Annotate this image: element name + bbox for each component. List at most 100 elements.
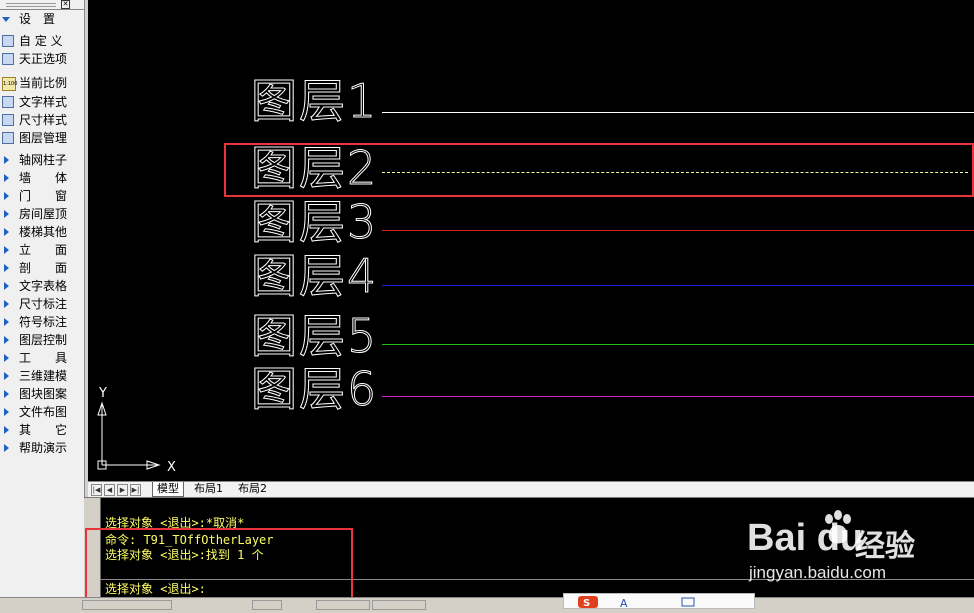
sidebar-item[interactable]: 房间屋顶 (0, 205, 84, 223)
layer-label-5[interactable]: 图层5 (250, 311, 378, 362)
sidebar-item[interactable]: 符号标注 (0, 313, 84, 331)
sidebar-item-label: 尺寸标注 (19, 297, 68, 311)
tab-first-icon[interactable]: |◀ (91, 484, 102, 496)
tab-last-icon[interactable]: ▶| (130, 484, 141, 496)
tab-next-icon[interactable]: ▶ (117, 484, 128, 496)
status-toggle[interactable] (316, 600, 370, 610)
sidebar-item[interactable]: 自 定 义 (0, 32, 84, 50)
layer-line-3[interactable] (382, 230, 974, 231)
status-bar (0, 597, 974, 610)
sidebar-item[interactable]: 门 窗 (0, 187, 84, 205)
ucs-axis-icon: Y X (97, 386, 176, 473)
sidebar-item-label: 尺寸样式 (19, 113, 68, 127)
sidebar-item[interactable]: 三维建模 (0, 367, 84, 385)
layer-label-1[interactable]: 图层1 (250, 76, 378, 127)
text-style-icon (2, 96, 14, 108)
sidebar-item-label: 图层管理 (19, 131, 68, 145)
sidebar-item-label: 文字表格 (19, 279, 68, 293)
sidebar-item[interactable]: 天正选项 (0, 50, 84, 68)
sidebar-grip[interactable] (6, 3, 56, 7)
customize-icon (2, 35, 14, 47)
sidebar-item[interactable]: 尺寸标注 (0, 295, 84, 313)
layer-line-5[interactable] (382, 344, 974, 345)
sidebar-item-label: 剖 面 (19, 261, 68, 275)
expand-triangle-icon (4, 192, 9, 200)
layer-line-1[interactable] (382, 112, 974, 113)
expand-triangle-icon (4, 354, 9, 362)
expand-triangle-icon (4, 336, 9, 344)
sidebar-item-label: 房间屋顶 (19, 207, 68, 221)
sidebar-item-label: 楼梯其他 (19, 225, 68, 239)
sidebar-item[interactable]: 1:100 当前比例 (0, 74, 84, 92)
layer-label-4[interactable]: 图层4 (250, 251, 378, 302)
drawing-canvas[interactable]: 图层1 图层2 图层3 图层4 图层5 图层6 Y X (88, 0, 974, 481)
sidebar-item-label: 文字样式 (19, 95, 68, 109)
sidebar-item-label: 符号标注 (19, 315, 68, 329)
sidebar-item-label: 图块图案 (19, 387, 68, 401)
sidebar-item-label: 自 定 义 (19, 34, 63, 48)
sidebar-item-label: 帮助演示 (19, 441, 68, 455)
tianzheng-sidebar: ✕ 设 置 自 定 义天正选项 1:100 当前比例 文字样式 尺寸样式 图层管理 轴网柱子… (0, 0, 85, 600)
highlight-box-command (85, 528, 353, 600)
sidebar-close-icon[interactable]: ✕ (61, 0, 70, 9)
expand-triangle-icon (4, 228, 9, 236)
sidebar-titlebar[interactable]: ✕ (0, 0, 84, 10)
keyboard-icon[interactable] (681, 597, 695, 607)
expand-triangle-icon (4, 444, 9, 452)
layer-label-6[interactable]: 图层6 (250, 364, 378, 415)
sidebar-item-label: 三维建模 (19, 369, 68, 383)
layer-line-4[interactable] (382, 285, 974, 286)
collapse-triangle-icon (2, 17, 10, 22)
sidebar-item[interactable]: 图块图案 (0, 385, 84, 403)
sidebar-item[interactable]: 其 它 (0, 421, 84, 439)
expand-triangle-icon (4, 372, 9, 380)
dimension-style-icon (2, 114, 14, 126)
sidebar-item[interactable]: 图层管理 (0, 129, 84, 147)
sidebar-group-settings[interactable]: 设 置 (0, 10, 84, 28)
sidebar-item[interactable]: 立 面 (0, 241, 84, 259)
sidebar-item[interactable]: 文件布图 (0, 403, 84, 421)
sidebar-item[interactable]: 文字表格 (0, 277, 84, 295)
sidebar-item[interactable]: 墙 体 (0, 169, 84, 187)
sidebar-item-label: 图层控制 (19, 333, 68, 347)
expand-triangle-icon (4, 390, 9, 398)
sidebar-item[interactable]: 工 具 (0, 349, 84, 367)
layer-label-3[interactable]: 图层3 (250, 197, 378, 248)
sidebar-item[interactable]: 楼梯其他 (0, 223, 84, 241)
sidebar-item[interactable]: 图层控制 (0, 331, 84, 349)
watermark-cn: 经验 (855, 529, 915, 564)
baidu-jingyan-watermark: Bai du 经验 jingyan.baidu.com (745, 503, 974, 593)
sidebar-item[interactable]: 帮助演示 (0, 439, 84, 457)
sidebar-item-label: 立 面 (19, 243, 68, 257)
status-toggle[interactable] (252, 600, 282, 610)
expand-triangle-icon (4, 426, 9, 434)
sidebar-item[interactable]: 文字样式 (0, 93, 84, 111)
sidebar-item[interactable]: 剖 面 (0, 259, 84, 277)
sidebar-item-label: 其 它 (19, 423, 68, 437)
sidebar-item[interactable]: 轴网柱子 (0, 151, 84, 169)
svg-text:S: S (583, 598, 590, 609)
layout-tab[interactable]: 布局1 (190, 482, 227, 496)
sidebar-item-label: 墙 体 (19, 171, 68, 185)
status-toggle[interactable] (372, 600, 426, 610)
watermark-brand: Bai du (747, 517, 864, 559)
layout-tab[interactable]: 布局2 (234, 482, 271, 496)
expand-triangle-icon (4, 246, 9, 254)
sidebar-item-label: 门 窗 (19, 189, 68, 203)
expand-triangle-icon (4, 174, 9, 182)
sidebar-item[interactable]: 尺寸样式 (0, 111, 84, 129)
options-icon (2, 53, 14, 65)
expand-triangle-icon (4, 318, 9, 326)
scale-icon: 1:100 (2, 77, 17, 91)
status-coordinates (82, 600, 172, 610)
ime-tool-icon[interactable]: A (620, 597, 628, 610)
layout-tab[interactable]: 模型 (152, 482, 184, 497)
tab-prev-icon[interactable]: ◀ (104, 484, 115, 496)
layer-line-6[interactable] (382, 396, 974, 397)
sidebar-item-label: 天正选项 (19, 52, 68, 66)
layout-tab-bar: |◀ ◀ ▶ ▶| 模型 布局1 布局2 (88, 481, 974, 498)
expand-triangle-icon (4, 156, 9, 164)
sidebar-item-label: 当前比例 (19, 76, 68, 90)
expand-triangle-icon (4, 264, 9, 272)
sidebar-item-label: 文件布图 (19, 405, 68, 419)
